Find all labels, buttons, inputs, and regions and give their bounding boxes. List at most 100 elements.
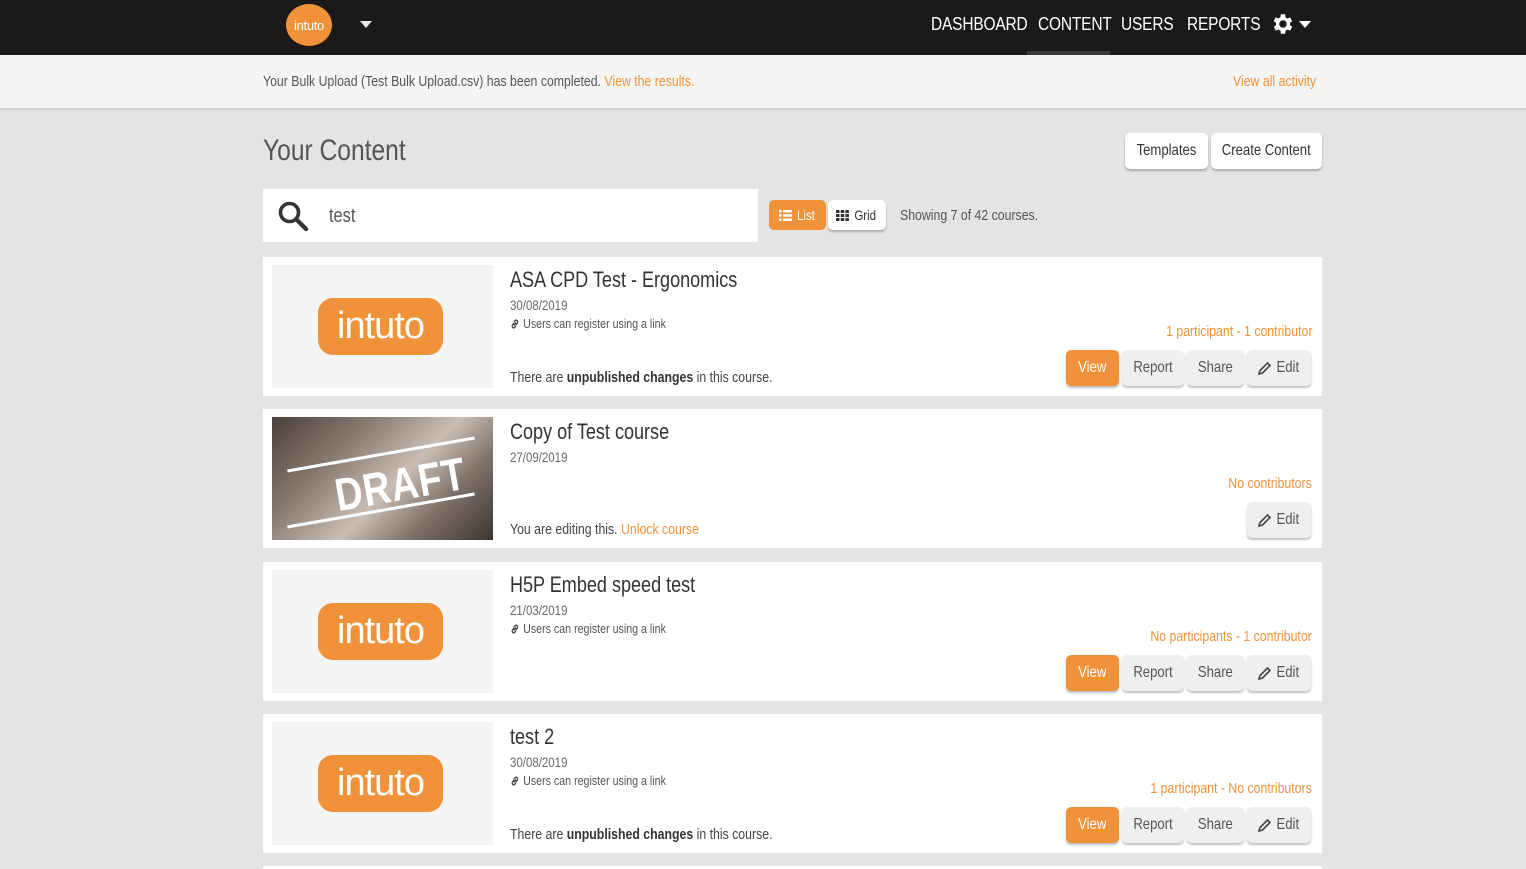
intuto-thumbnail-logo: intuto <box>318 298 443 355</box>
course-note: There are unpublished changes in this co… <box>510 826 772 843</box>
nav-reports[interactable]: REPORTS <box>1187 0 1261 55</box>
list-view-toggle[interactable]: List <box>769 200 826 230</box>
register-text: Users can register using a link <box>523 621 666 636</box>
report-button[interactable]: Report <box>1122 807 1184 843</box>
course-actions: View Report Share Edit <box>1066 807 1311 843</box>
nav-users[interactable]: USERS <box>1121 0 1174 55</box>
register-text: Users can register using a link <box>523 316 666 331</box>
note-prefix: You are editing this. <box>510 521 622 538</box>
view-button[interactable]: View <box>1066 807 1119 843</box>
edit-label: Edit <box>1276 664 1299 681</box>
register-info: Users can register using a link <box>510 316 666 331</box>
note-bold: unpublished changes <box>566 826 694 843</box>
list-icon <box>778 209 792 221</box>
share-label: Share <box>1197 359 1234 376</box>
share-button[interactable]: Share <box>1187 350 1244 386</box>
share-label: Share <box>1197 664 1234 681</box>
edit-label: Edit <box>1276 359 1299 376</box>
chevron-down-icon[interactable] <box>360 21 372 28</box>
course-card[interactable]: intuto ASA CPD Test - Ergonomics 30/08/2… <box>263 257 1322 396</box>
course-actions: View Report Share Edit <box>1066 655 1311 691</box>
pencil-icon <box>1257 666 1271 680</box>
note-bold: unpublished changes <box>566 369 694 386</box>
course-thumbnail[interactable]: intuto <box>272 265 493 388</box>
course-actions: View Report Share Edit <box>1066 350 1311 386</box>
list-label: List <box>796 207 815 223</box>
report-label: Report <box>1133 664 1173 681</box>
grid-view-toggle[interactable]: Grid <box>828 200 886 230</box>
course-title[interactable]: ASA CPD Test - Ergonomics <box>510 267 737 293</box>
grid-label: Grid <box>854 207 876 223</box>
nav-dashboard[interactable]: DASHBOARD <box>931 0 1028 55</box>
edit-button[interactable]: Edit <box>1247 502 1311 538</box>
participant-counts[interactable]: 1 participant - 1 contributor <box>1166 323 1312 340</box>
search-icon <box>278 201 309 232</box>
templates-label: Templates <box>1136 142 1197 159</box>
participant-counts[interactable]: No contributors <box>1229 475 1312 492</box>
report-button[interactable]: Report <box>1122 350 1184 386</box>
note-prefix: There are <box>510 369 567 386</box>
top-navbar: intuto DASHBOARD CONTENT USERS REPORTS <box>0 0 1526 55</box>
logo-text: intuto <box>293 17 324 33</box>
pencil-icon <box>1257 361 1271 375</box>
grid-icon <box>835 209 849 221</box>
view-label: View <box>1078 816 1107 833</box>
course-thumbnail[interactable]: intuto <box>272 570 493 693</box>
participant-counts[interactable]: 1 participant - No contributors <box>1151 780 1312 797</box>
templates-button[interactable]: Templates <box>1125 133 1208 169</box>
unlock-course-link[interactable]: Unlock course <box>621 521 699 538</box>
course-date: 30/08/2019 <box>510 754 568 770</box>
course-thumbnail[interactable]: intuto <box>272 722 493 845</box>
report-label: Report <box>1133 816 1173 833</box>
view-label: View <box>1078 359 1107 376</box>
link-icon <box>511 318 519 329</box>
report-button[interactable]: Report <box>1122 655 1184 691</box>
page-title: Your Content <box>263 134 406 167</box>
draft-thumbnail[interactable]: DRAFT <box>272 417 493 540</box>
edit-button[interactable]: Edit <box>1247 807 1311 843</box>
course-note: You are editing this. Unlock course <box>510 521 699 538</box>
note-suffix: in this course. <box>693 826 773 843</box>
settings-chevron-down-icon[interactable] <box>1299 21 1311 28</box>
intuto-thumbnail-logo: intuto <box>318 755 443 812</box>
link-icon <box>511 775 519 786</box>
view-all-activity-link[interactable]: View all activity <box>1233 73 1316 90</box>
course-date: 27/09/2019 <box>510 449 568 465</box>
results-count: Showing 7 of 42 courses. <box>900 207 1039 224</box>
view-results-link[interactable]: View the results. <box>604 73 694 90</box>
course-card[interactable]: DRAFT Copy of Test course 27/09/2019 You… <box>263 409 1322 548</box>
view-button[interactable]: View <box>1066 655 1119 691</box>
note-prefix: There are <box>510 826 567 843</box>
share-button[interactable]: Share <box>1187 655 1244 691</box>
participant-counts[interactable]: No participants - 1 contributor <box>1151 628 1312 645</box>
gear-icon[interactable] <box>1270 11 1296 37</box>
search-box <box>263 189 758 242</box>
course-date: 21/03/2019 <box>510 602 568 618</box>
thumbnail-logo-text: intuto <box>337 610 425 652</box>
edit-label: Edit <box>1276 816 1299 833</box>
course-card[interactable]: intuto test 2 30/08/2019 Users can regis… <box>263 714 1322 853</box>
course-actions: Edit <box>1247 502 1311 538</box>
search-input[interactable] <box>329 201 657 231</box>
create-content-button[interactable]: Create Content <box>1211 133 1322 169</box>
edit-button[interactable]: Edit <box>1247 655 1311 691</box>
share-button[interactable]: Share <box>1187 807 1244 843</box>
course-title[interactable]: Copy of Test course <box>510 419 669 445</box>
thumbnail-logo-text: intuto <box>337 305 425 347</box>
pencil-icon <box>1257 818 1271 832</box>
link-icon <box>511 623 519 634</box>
intuto-logo[interactable]: intuto <box>286 4 332 46</box>
course-card[interactable]: intuto H5P Embed speed test 21/03/2019 U… <box>263 562 1322 701</box>
view-label: View <box>1078 664 1107 681</box>
course-note: There are unpublished changes in this co… <box>510 369 772 386</box>
register-info: Users can register using a link <box>510 621 666 636</box>
edit-button[interactable]: Edit <box>1247 350 1311 386</box>
register-info: Users can register using a link <box>510 773 666 788</box>
view-button[interactable]: View <box>1066 350 1119 386</box>
nav-content[interactable]: CONTENT <box>1038 0 1112 55</box>
report-label: Report <box>1133 359 1173 376</box>
course-title[interactable]: H5P Embed speed test <box>510 572 695 598</box>
create-content-label: Create Content <box>1222 142 1311 159</box>
course-title[interactable]: test 2 <box>510 724 554 750</box>
register-text: Users can register using a link <box>523 773 666 788</box>
